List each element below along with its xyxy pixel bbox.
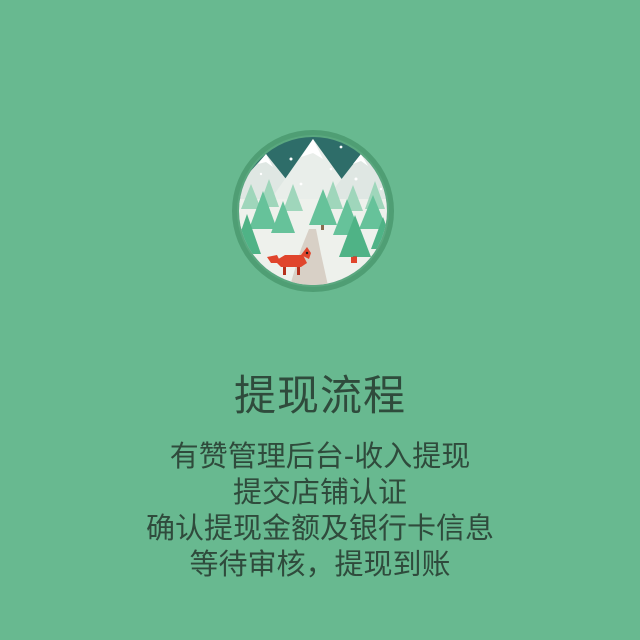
step-item: 提交店铺认证 xyxy=(232,475,407,509)
step-item: 有赞管理后台-收入提现 xyxy=(169,439,471,473)
step-item: 等待审核，提现到账 xyxy=(189,547,451,581)
page-title: 提现流程 xyxy=(233,371,406,420)
process-steps: 有赞管理后台-收入提现 提交店铺认证 确认提现金额及银行卡信息 等待审核，提现到… xyxy=(0,438,640,582)
winter-forest-fox-icon xyxy=(232,130,394,292)
step-item: 确认提现金额及银行卡信息 xyxy=(145,511,494,545)
